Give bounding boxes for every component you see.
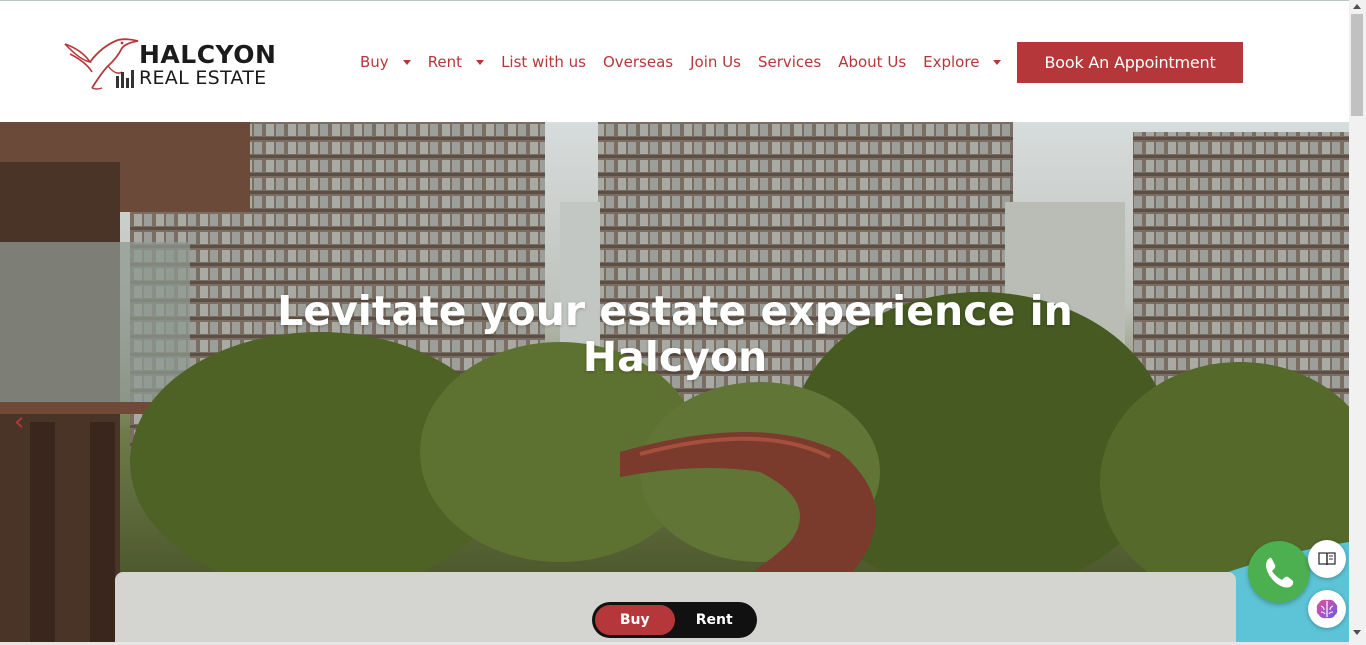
nav-item-label: Buy: [360, 53, 389, 71]
caret-down-icon: [993, 59, 1002, 65]
nav-item-label: About Us: [838, 53, 907, 71]
toggle-option-buy[interactable]: Buy: [595, 605, 675, 635]
whatsapp-button[interactable]: [1248, 541, 1310, 603]
toggle-option-rent[interactable]: Rent: [675, 605, 755, 635]
nav-item-services[interactable]: Services: [758, 53, 821, 71]
site-header: HALCYON REAL ESTATE Buy Rent List with u…: [0, 0, 1349, 122]
hero-banner: Levitate your estate experience in Halcy…: [0, 122, 1349, 642]
main-nav: Buy Rent List with us Overseas Join Us S…: [360, 50, 1018, 74]
buy-rent-toggle: Buy Rent: [592, 602, 757, 638]
scroll-up-arrow-icon[interactable]: [1353, 4, 1361, 9]
scroll-down-arrow-icon[interactable]: [1353, 630, 1361, 635]
reader-mode-button[interactable]: [1308, 540, 1346, 578]
hummingbird-logo-icon: [64, 38, 139, 90]
brain-icon: [1316, 599, 1338, 619]
vertical-scrollbar[interactable]: [1349, 0, 1366, 645]
halcyon-logo[interactable]: HALCYON REAL ESTATE: [62, 32, 288, 94]
nav-item-about-us[interactable]: About Us: [838, 53, 906, 71]
nav-item-label: Services: [757, 53, 822, 71]
book-appointment-button[interactable]: Book An Appointment: [1017, 42, 1243, 83]
logo-text: HALCYON REAL ESTATE: [139, 42, 276, 88]
logo-subtitle: REAL ESTATE: [139, 67, 267, 89]
whatsapp-icon: [1266, 557, 1294, 588]
nav-item-explore[interactable]: Explore: [923, 53, 1002, 71]
property-search-panel: Buy Rent: [115, 572, 1236, 642]
hero-title-line2: Halcyon: [582, 333, 768, 381]
nav-item-label: Overseas: [602, 53, 674, 71]
nav-item-label: Join Us: [690, 53, 741, 71]
nav-item-list-with-us[interactable]: List with us: [501, 53, 586, 71]
nav-item-label: Rent: [427, 53, 463, 71]
caret-down-icon: [402, 59, 411, 65]
carousel-prev-icon[interactable]: ‹: [14, 407, 24, 437]
nav-item-overseas[interactable]: Overseas: [603, 53, 673, 71]
nav-item-label: List with us: [501, 53, 586, 71]
nav-item-join-us[interactable]: Join Us: [690, 53, 741, 71]
caret-down-icon: [476, 59, 485, 65]
nav-item-buy[interactable]: Buy: [360, 53, 411, 71]
ai-assistant-button[interactable]: [1308, 590, 1346, 628]
hero-title: Levitate your estate experience in Halcy…: [200, 288, 1150, 380]
scrollbar-thumb[interactable]: [1351, 14, 1363, 116]
nav-item-rent[interactable]: Rent: [427, 53, 485, 71]
hero-title-line1: Levitate your estate experience in: [277, 287, 1073, 335]
nav-item-label: Explore: [923, 53, 980, 71]
logo-name: HALCYON: [139, 40, 277, 69]
hero-background-image: [0, 122, 1349, 642]
book-reader-icon: [1318, 552, 1336, 566]
